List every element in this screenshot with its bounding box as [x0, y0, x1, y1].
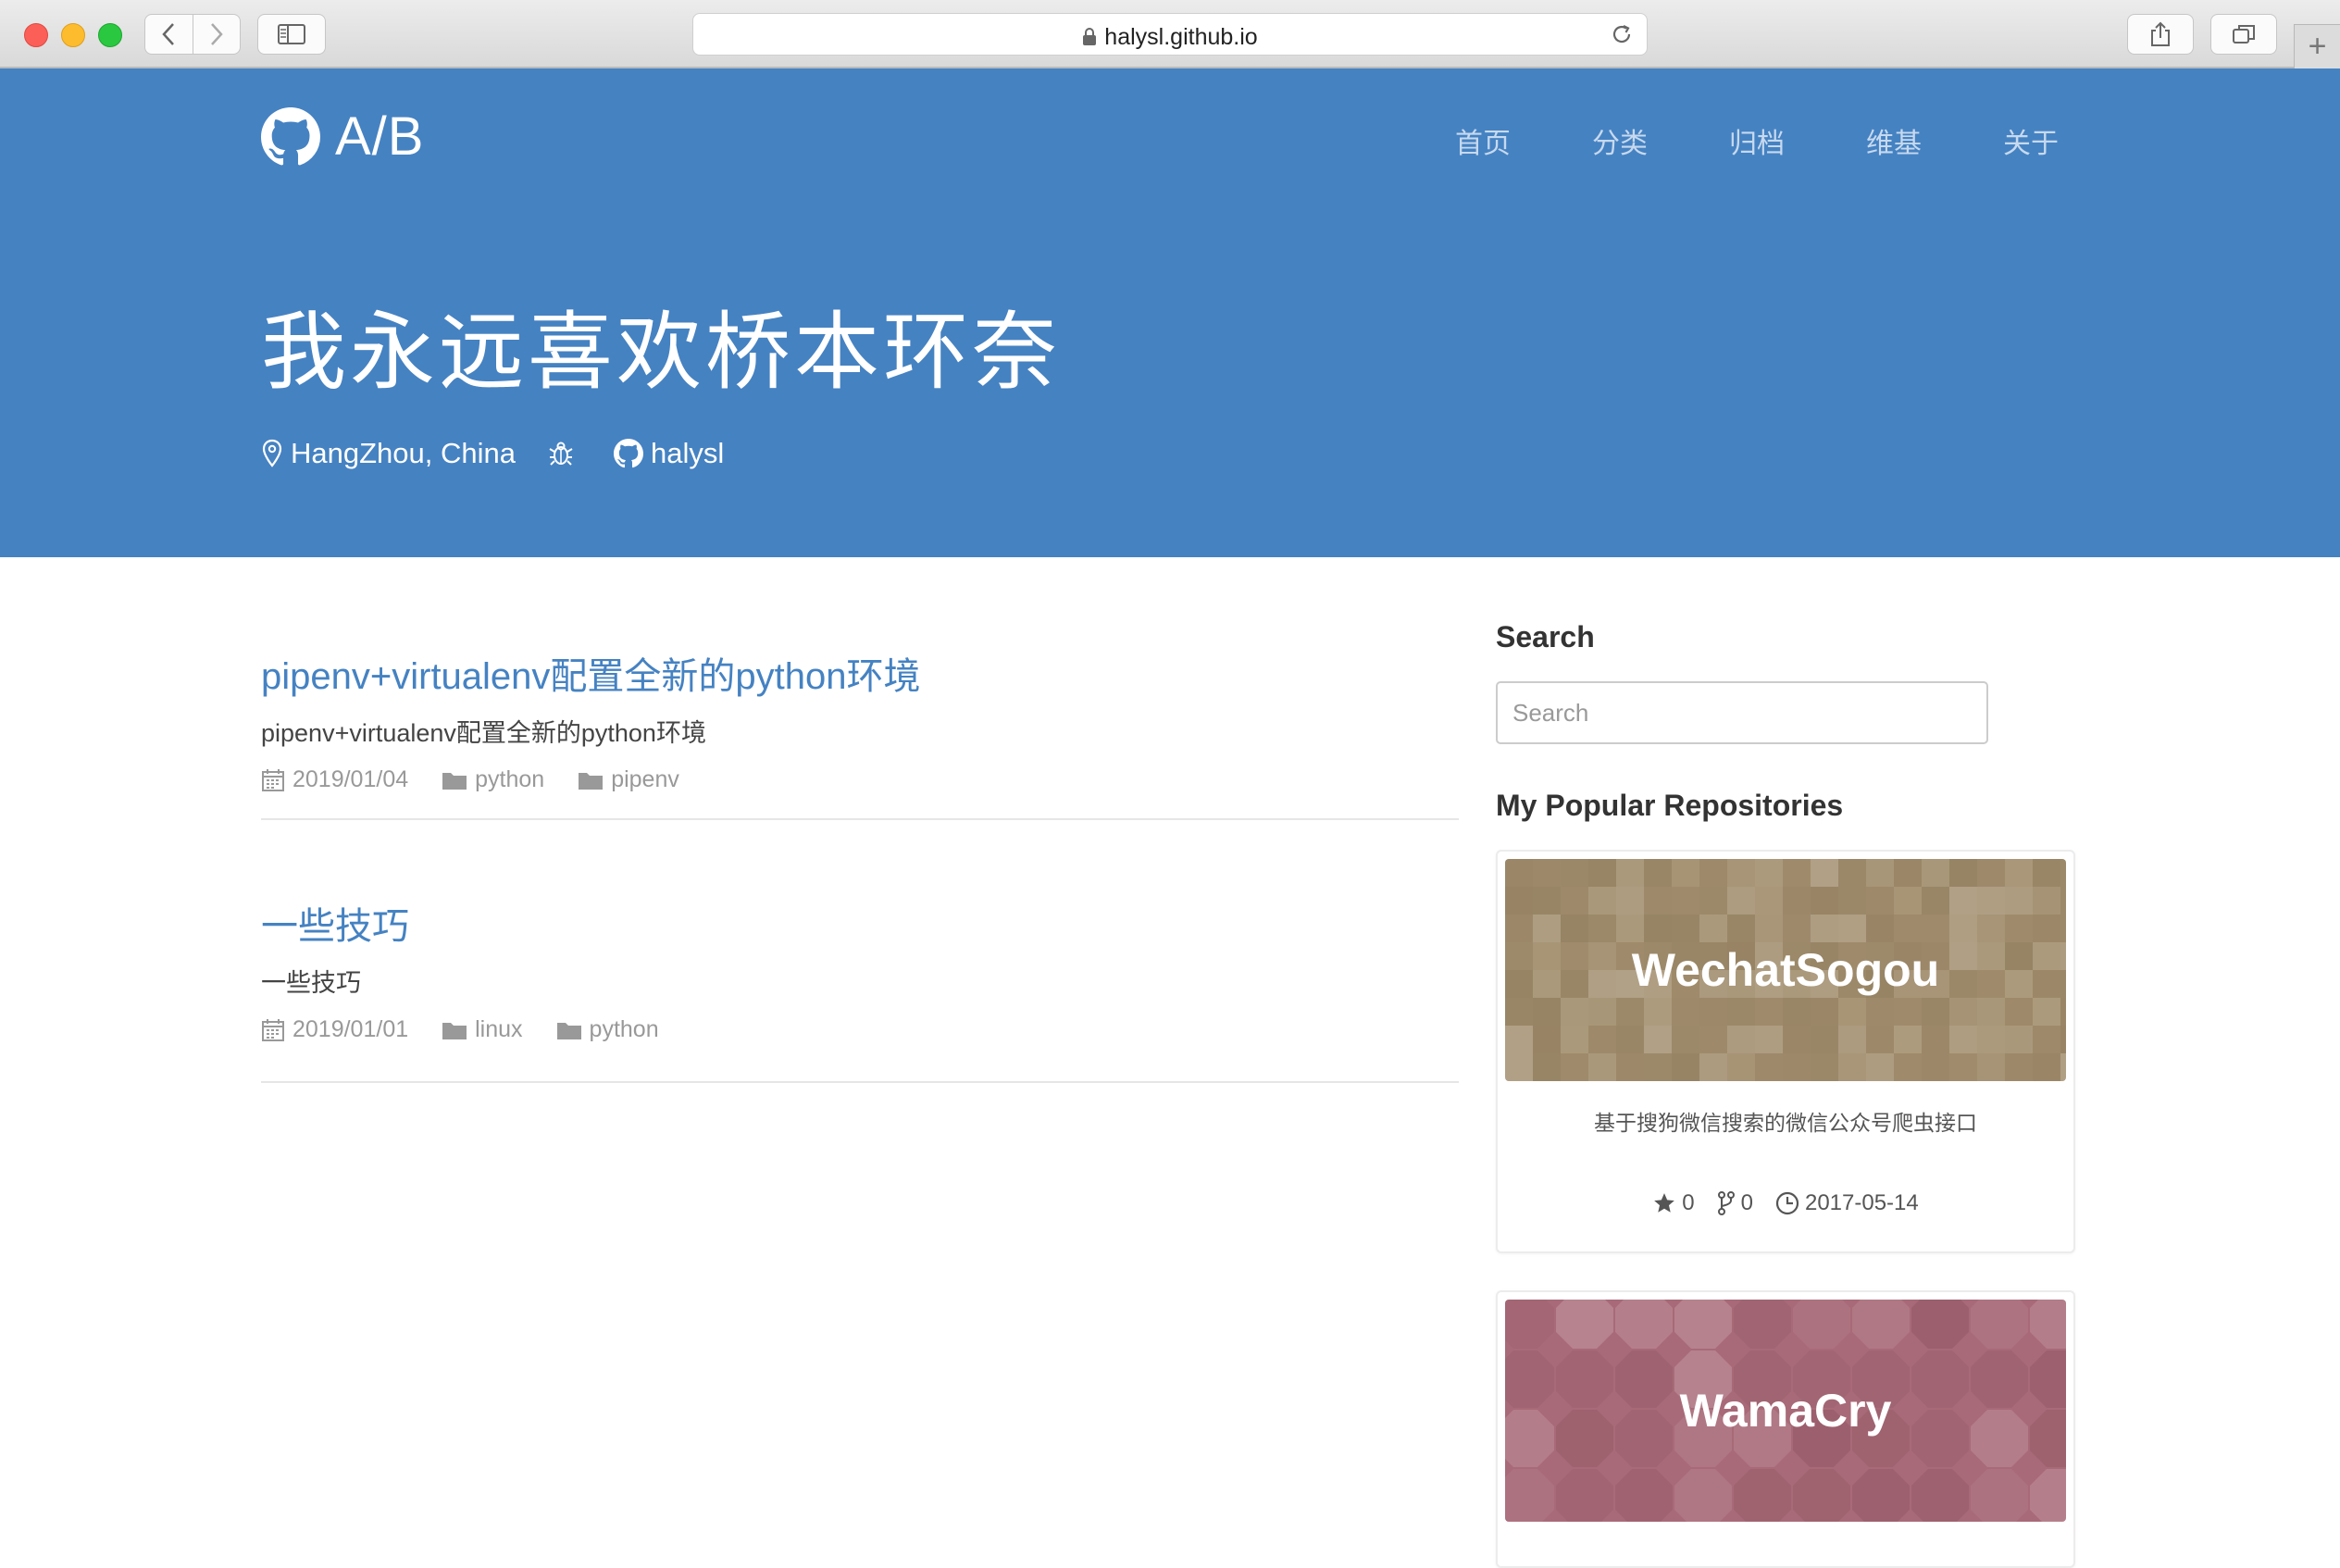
- folder-icon: [579, 772, 604, 790]
- hero-title: 我永远喜欢桥本环奈: [261, 305, 1062, 400]
- repo-forks: 0: [1717, 1190, 1753, 1216]
- post-meta: 2019/01/04 python pipenv: [261, 766, 713, 793]
- location-text: HangZhou, China: [291, 437, 516, 469]
- nav-wiki[interactable]: 维基: [1866, 120, 1922, 161]
- post-category: linux: [442, 1016, 523, 1043]
- post-excerpt: pipenv+virtualenv配置全新的python环境: [261, 719, 706, 747]
- browser-toolbar: halysl.github.io +: [0, 0, 2340, 68]
- category-link[interactable]: python: [590, 1016, 659, 1043]
- tabs-icon: [2233, 25, 2255, 44]
- sidebar-icon: [278, 24, 305, 44]
- repo-fork-count: 0: [1740, 1190, 1753, 1215]
- repos-heading: My Popular Repositories: [1496, 789, 1844, 822]
- repo-card[interactable]: WechatSogou 基于搜狗微信搜索的微信公众号爬虫接口 0 0 2017-…: [1496, 850, 2075, 1253]
- lock-icon: [1083, 28, 1097, 45]
- category-link[interactable]: linux: [475, 1016, 522, 1043]
- nav-home[interactable]: 首页: [1455, 120, 1511, 161]
- github-icon: [614, 439, 643, 468]
- nav-about[interactable]: 关于: [2003, 120, 2059, 161]
- post-meta: 2019/01/01 linux python: [261, 1016, 692, 1043]
- repo-description: 基于搜狗微信搜索的微信公众号爬虫接口: [1594, 1111, 1977, 1135]
- repo-stars: 0: [1652, 1190, 1695, 1216]
- category-link[interactable]: pipenv: [611, 766, 679, 793]
- sidebar-toggle-button[interactable]: [257, 14, 326, 55]
- brand-name: A/B: [335, 106, 425, 167]
- post-item: 一些技巧 一些技巧 2019/01/01 linux python: [261, 820, 1459, 1083]
- post-list: pipenv+virtualenv配置全新的python环境 pipenv+vi…: [261, 557, 1459, 1083]
- site-header: A/B 首页 分类 归档 维基 关于 我永远喜欢桥本环奈 HangZhou, C…: [0, 68, 2340, 557]
- post-category: pipenv: [578, 766, 679, 793]
- forward-button[interactable]: [192, 15, 241, 54]
- reload-icon[interactable]: [1610, 22, 1634, 46]
- post-category: python: [442, 766, 544, 793]
- post-excerpt: 一些技巧: [261, 969, 361, 997]
- share-button[interactable]: [2127, 14, 2194, 55]
- fork-icon: [1717, 1191, 1735, 1215]
- post-category: python: [556, 1016, 659, 1043]
- history-nav-group: [144, 14, 241, 55]
- repo-card[interactable]: WamaCry: [1496, 1290, 2075, 1568]
- clock-icon: [1775, 1191, 1799, 1215]
- map-pin-icon: [262, 439, 282, 467]
- repo-name: WechatSogou: [1631, 944, 1940, 996]
- main-nav: 首页 分类 归档 维基 关于: [1374, 120, 2059, 161]
- repo-updated-date: 2017-05-14: [1804, 1190, 1919, 1215]
- address-bar[interactable]: halysl.github.io: [692, 13, 1648, 56]
- post-title-link[interactable]: 一些技巧: [261, 896, 409, 950]
- folder-icon: [442, 772, 467, 790]
- location-item: HangZhou, China: [261, 437, 516, 470]
- nav-categories[interactable]: 分类: [1592, 120, 1648, 161]
- repo-banner: WamaCry: [1505, 1300, 2066, 1522]
- post-date: 2019/01/01: [261, 1016, 408, 1043]
- post-date: 2019/01/04: [261, 766, 408, 793]
- post-item: pipenv+virtualenv配置全新的python环境 pipenv+vi…: [261, 557, 1459, 820]
- tab-overview-button[interactable]: [2210, 14, 2277, 55]
- window-minimize-button[interactable]: [61, 23, 85, 47]
- post-title-link[interactable]: pipenv+virtualenv配置全新的python环境: [261, 646, 921, 700]
- folder-icon: [442, 1022, 467, 1039]
- site-brand[interactable]: A/B: [261, 106, 425, 168]
- github-link[interactable]: halysl: [614, 437, 724, 470]
- bug-icon: [549, 442, 573, 466]
- share-icon: [2151, 21, 2170, 46]
- star-icon: [1654, 1193, 1675, 1213]
- folder-icon: [556, 1022, 581, 1039]
- repo-name: WamaCry: [1679, 1385, 1892, 1437]
- category-link[interactable]: python: [475, 766, 544, 793]
- window-close-button[interactable]: [24, 23, 48, 47]
- repo-star-count: 0: [1682, 1190, 1695, 1215]
- back-button[interactable]: [145, 15, 193, 54]
- repo-updated: 2017-05-14: [1775, 1190, 1919, 1216]
- repo-banner: WechatSogou: [1505, 859, 2066, 1081]
- url-text: halysl.github.io: [1104, 24, 1258, 50]
- github-icon: [261, 106, 320, 165]
- gamepad-link[interactable]: [547, 440, 582, 467]
- chevron-right-icon: [210, 23, 223, 45]
- search-input[interactable]: [1496, 681, 1988, 744]
- nav-archives[interactable]: 归档: [1729, 120, 1785, 161]
- repo-stats: 0 0 2017-05-14: [1498, 1190, 2073, 1216]
- new-tab-button[interactable]: +: [2294, 24, 2340, 68]
- post-date-text: 2019/01/04: [292, 766, 409, 792]
- calendar-icon: [262, 1018, 284, 1041]
- chevron-left-icon: [162, 23, 175, 45]
- plus-icon: +: [2308, 29, 2327, 64]
- search-heading: Search: [1496, 620, 1595, 653]
- github-username: halysl: [651, 437, 725, 469]
- post-date-text: 2019/01/01: [292, 1016, 409, 1042]
- hero-meta: HangZhou, China halysl: [261, 437, 755, 470]
- calendar-icon: [262, 768, 284, 791]
- window-maximize-button[interactable]: [98, 23, 122, 47]
